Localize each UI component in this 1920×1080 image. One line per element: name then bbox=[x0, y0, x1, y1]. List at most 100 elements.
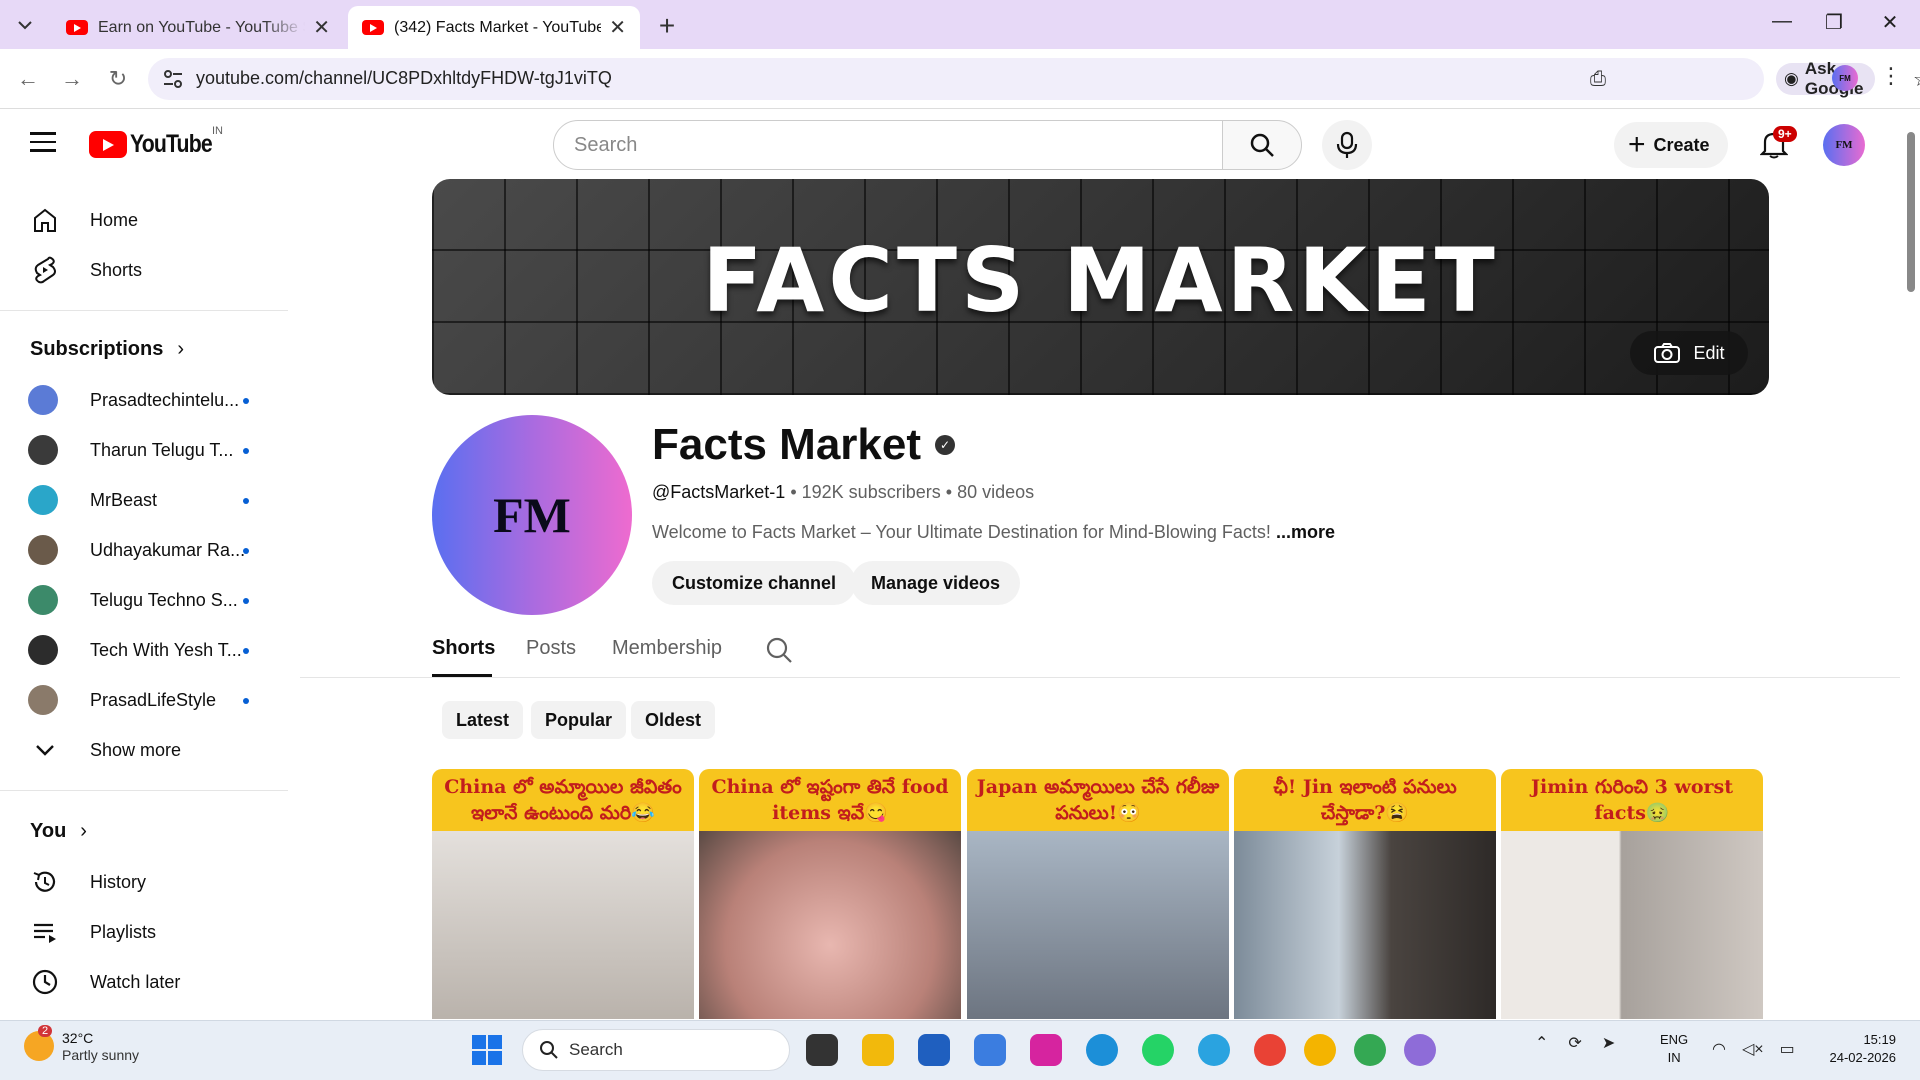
scrollbar-thumb[interactable] bbox=[1907, 132, 1915, 292]
history-icon bbox=[28, 865, 62, 899]
edge-icon[interactable] bbox=[1086, 1034, 1118, 1066]
sidebar-item-history[interactable]: History bbox=[28, 862, 278, 902]
tab-search-button[interactable] bbox=[8, 10, 42, 40]
task-view-icon[interactable] bbox=[806, 1034, 838, 1066]
minimize-button[interactable]: — bbox=[1762, 10, 1802, 33]
new-content-dot bbox=[243, 448, 249, 454]
youtube-logo[interactable]: YouTube bbox=[89, 130, 226, 159]
chip-oldest[interactable]: Oldest bbox=[631, 701, 716, 739]
notepad-icon[interactable] bbox=[974, 1034, 1006, 1066]
site-info-icon[interactable] bbox=[162, 68, 184, 90]
show-more-label: Show more bbox=[90, 739, 182, 760]
instagram-icon[interactable] bbox=[1030, 1034, 1062, 1066]
short-thumbnail bbox=[1234, 831, 1496, 1019]
customize-channel-button[interactable]: Customize channel bbox=[652, 561, 857, 605]
ask-google-button[interactable]: ◉ Ask Google bbox=[1776, 59, 1876, 98]
page-scrollbar[interactable] bbox=[1902, 110, 1920, 1020]
sidebar-subscription[interactable]: Tech With Yesh T... bbox=[28, 630, 278, 670]
close-tab-icon[interactable]: ✕ bbox=[609, 15, 626, 40]
chevron-down-icon bbox=[28, 733, 62, 767]
tab-membership[interactable]: Membership bbox=[612, 637, 722, 660]
back-button[interactable]: ← bbox=[12, 63, 44, 95]
chrome-icon[interactable] bbox=[1254, 1034, 1286, 1066]
chevron-up-icon[interactable]: ⌃ bbox=[1535, 1033, 1548, 1053]
guide-menu-icon[interactable] bbox=[30, 132, 56, 152]
tab-shorts[interactable]: Shorts bbox=[432, 637, 495, 660]
sidebar-item-playlists[interactable]: Playlists bbox=[28, 912, 278, 952]
tab-posts[interactable]: Posts bbox=[526, 637, 576, 660]
system-clock[interactable]: 15:19 24-02-2026 bbox=[1816, 1031, 1897, 1067]
address-bar[interactable]: youtube.com/channel/UC8PDxhltdyFHDW-tgJ1… bbox=[148, 58, 1920, 100]
chip-latest[interactable]: Latest bbox=[442, 701, 524, 739]
sidebar-subscription[interactable]: Telugu Techno S... bbox=[28, 580, 278, 620]
file-explorer-icon[interactable] bbox=[862, 1034, 894, 1066]
create-button[interactable]: + Create bbox=[1614, 122, 1728, 168]
sidebar-subscription[interactable]: PrasadLifeStyle bbox=[28, 680, 278, 720]
channel-avatar[interactable]: FM bbox=[432, 415, 632, 615]
region-label: IN bbox=[212, 125, 223, 137]
you-heading[interactable]: You › bbox=[30, 820, 87, 843]
sidebar-subscription[interactable]: Tharun Telugu T... bbox=[28, 430, 278, 470]
whatsapp-icon[interactable] bbox=[1142, 1034, 1174, 1066]
show-more-button[interactable]: Show more bbox=[28, 730, 278, 770]
reload-button[interactable]: ↻ bbox=[102, 63, 134, 95]
bookmark-star-icon[interactable]: ☆ bbox=[1910, 67, 1920, 91]
chrome-icon[interactable] bbox=[1304, 1034, 1336, 1066]
logo-text: YouTube bbox=[130, 130, 213, 158]
edit-banner-button[interactable]: Edit bbox=[1630, 331, 1748, 375]
short-card[interactable]: China లో ఇష్టంగా తినే food items ఇవే😋 bbox=[699, 769, 961, 1019]
chrome-icon[interactable] bbox=[1354, 1034, 1386, 1066]
weather-widget[interactable]: 2 32°C Partly sunny bbox=[24, 1025, 139, 1063]
send-icon[interactable]: ➤ bbox=[1602, 1033, 1615, 1053]
start-button[interactable] bbox=[472, 1035, 502, 1065]
sync-icon[interactable]: ⟳ bbox=[1568, 1033, 1581, 1053]
sidebar-divider bbox=[0, 790, 288, 791]
short-card[interactable]: Japan అమ్మాయిలు చేసే గలీజు పనులు!😳 bbox=[967, 769, 1229, 1019]
weather-badge: 2 bbox=[38, 1025, 53, 1038]
video-count: 80 videos bbox=[957, 482, 1035, 502]
sidebar-item-home[interactable]: Home bbox=[28, 200, 278, 240]
channel-search-button[interactable] bbox=[764, 635, 794, 670]
search-button[interactable] bbox=[1222, 120, 1302, 170]
channel-meta: @FactsMarket-1 • 192K subscribers • 80 v… bbox=[652, 482, 1034, 503]
taskbar-search[interactable]: Search bbox=[522, 1029, 790, 1071]
close-tab-icon[interactable]: ✕ bbox=[313, 15, 330, 40]
quick-settings[interactable]: ◠ ◁× ▭ bbox=[1712, 1039, 1795, 1059]
short-card[interactable]: ఛీ! Jin ఇలాంటి పనులు చేస్తాడా?😫 bbox=[1234, 769, 1496, 1019]
close-window-button[interactable]: ✕ bbox=[1870, 10, 1910, 35]
channel-description[interactable]: Welcome to Facts Market – Your Ultimate … bbox=[652, 522, 1335, 543]
channel-avatar-icon bbox=[28, 585, 58, 615]
channel-avatar-icon bbox=[28, 685, 58, 715]
sidebar-subscription[interactable]: Prasadtechintelu... bbox=[28, 380, 278, 420]
more-link[interactable]: ...more bbox=[1276, 522, 1335, 542]
language-indicator[interactable]: ENG IN bbox=[1660, 1031, 1688, 1067]
forward-button[interactable]: → bbox=[56, 63, 88, 95]
sidebar-subscription[interactable]: MrBeast bbox=[28, 480, 278, 520]
browser-profile-avatar[interactable]: FM bbox=[1832, 65, 1858, 91]
browser-menu-icon[interactable]: ⋮ bbox=[1880, 63, 1902, 89]
channel-avatar-icon bbox=[28, 435, 58, 465]
manage-videos-button[interactable]: Manage videos bbox=[851, 561, 1021, 605]
account-avatar[interactable]: FM bbox=[1823, 124, 1865, 166]
short-card[interactable]: Jimin గురించి 3 worst facts🤢 bbox=[1501, 769, 1763, 1019]
chip-popular[interactable]: Popular bbox=[531, 701, 627, 739]
microsoft-store-icon[interactable] bbox=[918, 1034, 950, 1066]
restore-button[interactable]: ❐ bbox=[1814, 10, 1854, 35]
chrome-icon[interactable] bbox=[1404, 1034, 1436, 1066]
home-icon bbox=[28, 203, 62, 237]
tabs-divider bbox=[300, 677, 1900, 678]
short-card[interactable]: China లో అమ్మాయిల జీవితం ఇలానే ఉంటుంది మ… bbox=[432, 769, 694, 1019]
telegram-icon[interactable] bbox=[1198, 1034, 1230, 1066]
meta-separator: • bbox=[945, 482, 953, 502]
browser-tab-facts-market[interactable]: (342) Facts Market - YouTube ✕ bbox=[348, 6, 640, 49]
voice-search-button[interactable] bbox=[1322, 120, 1372, 170]
install-app-icon[interactable]: ⎙ bbox=[1586, 67, 1610, 91]
sidebar-item-shorts[interactable]: Shorts bbox=[28, 250, 278, 290]
browser-tab-studio[interactable]: Earn on YouTube - YouTube Studio ✕ bbox=[52, 6, 344, 49]
channel-avatar-icon bbox=[28, 535, 58, 565]
search-input[interactable] bbox=[553, 120, 1223, 170]
subscriptions-heading[interactable]: Subscriptions › bbox=[30, 338, 184, 361]
sidebar-item-watch-later[interactable]: Watch later bbox=[28, 962, 278, 1002]
sidebar-subscription[interactable]: Udhayakumar Ra... bbox=[28, 530, 278, 570]
new-tab-button[interactable]: + bbox=[652, 10, 682, 42]
